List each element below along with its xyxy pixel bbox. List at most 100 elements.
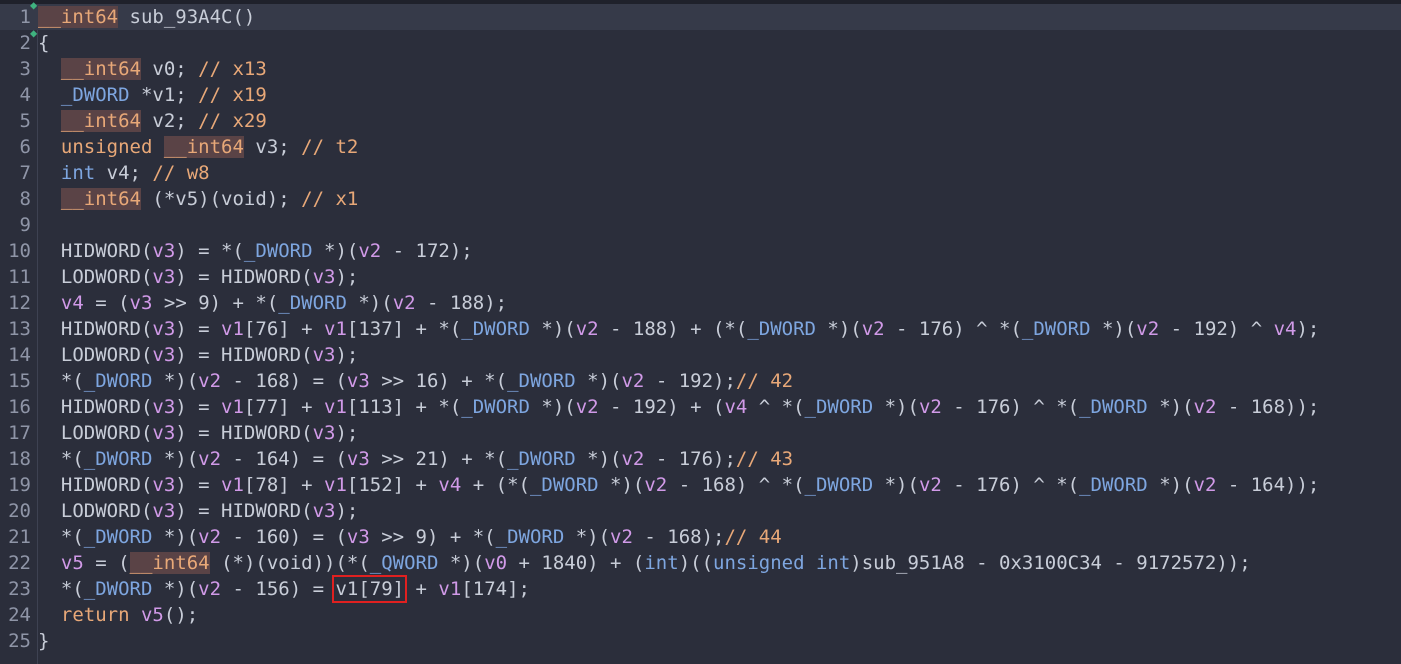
code-token[interactable]: v2 <box>919 474 942 496</box>
code-token[interactable]: >> 21) + *( <box>370 448 507 470</box>
code-text[interactable]: __int64 v2; // x29 <box>38 108 267 134</box>
code-line[interactable]: 14 LODWORD(v3) = HIDWORD(v3); <box>0 342 1401 368</box>
code-token[interactable]: + (*( <box>461 474 530 496</box>
code-token[interactable]: __int64 <box>38 6 119 28</box>
highlighted-expression[interactable]: v1[79] <box>332 575 408 603</box>
code-token[interactable]: *)( <box>152 370 198 392</box>
code-token[interactable]: *)( <box>313 240 358 262</box>
code-text[interactable]: __int64 (*v5)(void); // x1 <box>38 186 358 212</box>
code-token[interactable]: ) = <box>175 474 221 496</box>
code-token[interactable]: // x29 <box>198 110 267 132</box>
code-token[interactable]: v2 <box>198 526 221 548</box>
code-token[interactable]: v3 <box>152 344 175 366</box>
code-token[interactable]: // 42 <box>736 370 793 392</box>
code-token[interactable]: v3 <box>347 526 370 548</box>
code-token[interactable]: *)( <box>438 552 484 574</box>
code-token[interactable]: ); <box>335 500 358 522</box>
code-token[interactable]: + 1840) + ( <box>507 552 645 574</box>
code-token[interactable]: *)( <box>152 448 198 470</box>
code-token[interactable]: v3; <box>244 136 301 158</box>
code-line[interactable]: 20 LODWORD(v3) = HIDWORD(v3); <box>0 498 1401 524</box>
code-token[interactable]: *( <box>38 578 84 600</box>
code-token[interactable]: - 188); <box>416 292 507 314</box>
code-line[interactable]: 3 __int64 v0; // x13 <box>0 56 1401 82</box>
code-token[interactable]: - 168); <box>633 526 724 548</box>
code-token[interactable] <box>38 58 61 80</box>
code-token[interactable] <box>38 292 61 314</box>
code-text[interactable]: return v5(); <box>38 602 198 628</box>
code-token[interactable]: __int64 <box>60 110 141 132</box>
code-line[interactable]: 9 <box>0 212 1401 238</box>
code-token[interactable]: - 168) = ( <box>221 370 347 392</box>
code-token[interactable]: _DWORD <box>84 448 153 470</box>
code-token[interactable]: HIDWORD( <box>38 318 153 340</box>
code-token[interactable]: >> 9) + *( <box>370 526 495 548</box>
code-token[interactable]: v3 <box>152 266 175 288</box>
code-token[interactable]: *( <box>38 448 84 470</box>
code-token[interactable]: *( <box>38 370 84 392</box>
code-text[interactable]: } <box>38 628 49 654</box>
code-token[interactable]: _DWORD <box>461 396 530 418</box>
code-token[interactable] <box>38 84 61 106</box>
code-token[interactable]: v2 <box>198 578 221 600</box>
code-text[interactable]: int v4; // w8 <box>38 160 210 186</box>
code-line[interactable]: 4 _DWORD *v1; // x19 <box>0 82 1401 108</box>
code-token[interactable]: - 160) = ( <box>221 526 347 548</box>
code-token[interactable]: v4 <box>724 396 747 418</box>
code-token[interactable]: __int64 <box>129 552 210 574</box>
code-token[interactable]: - 192) + ( <box>599 396 724 418</box>
code-token[interactable]: >> 16) + *( <box>370 370 507 392</box>
code-token[interactable]: __int64 <box>163 136 244 158</box>
code-token[interactable]: *v1; <box>130 84 199 106</box>
code-line[interactable]: 19 HIDWORD(v3) = v1[78] + v1[152] + v4 +… <box>0 472 1401 498</box>
code-token[interactable]: [152] + <box>347 474 439 496</box>
code-text[interactable]: *(_DWORD *)(v2 - 156) = v1[79] + v1[174]… <box>38 575 530 603</box>
code-token[interactable] <box>38 136 61 158</box>
code-token[interactable]: v2 <box>644 474 667 496</box>
code-token[interactable]: )sub_951A8 - 0x3100C34 - 9172572)); <box>850 552 1250 574</box>
code-token[interactable]: _DWORD <box>84 578 153 600</box>
code-token[interactable]: ); <box>335 344 358 366</box>
code-token[interactable]: v4; <box>95 162 152 184</box>
code-token[interactable]: (*)(void))(*( <box>210 552 370 574</box>
code-token[interactable]: ) = HIDWORD( <box>175 500 312 522</box>
code-token[interactable]: - 176) ^ *( <box>942 474 1079 496</box>
code-token[interactable]: // t2 <box>301 136 358 158</box>
code-text[interactable]: *(_DWORD *)(v2 - 160) = (v3 >> 9) + *(_D… <box>38 524 782 550</box>
code-token[interactable]: *)( <box>576 370 621 392</box>
code-token[interactable]: unsigned int <box>713 552 850 574</box>
pseudocode-editor[interactable]: 1 __int64 sub_93A4C() ◆ 2{◆ 3 __int64 v0; //… <box>0 0 1401 664</box>
code-token[interactable]: [76] + <box>244 318 324 340</box>
code-token[interactable]: - 164)); <box>1216 474 1320 496</box>
code-token[interactable]: v3 <box>130 292 153 314</box>
code-token[interactable]: v1 <box>221 474 244 496</box>
code-token[interactable]: _DWORD <box>530 474 599 496</box>
code-token[interactable]: v2 <box>198 370 221 392</box>
code-token[interactable]: _DWORD <box>61 84 130 106</box>
code-token[interactable]: ) = HIDWORD( <box>175 344 312 366</box>
code-text[interactable]: __int64 v0; // x13 <box>38 56 267 82</box>
code-token[interactable]: _DWORD <box>747 318 816 340</box>
code-token[interactable]: - 168) ^ *( <box>667 474 805 496</box>
code-token[interactable] <box>38 604 61 626</box>
code-token[interactable]: __int64 <box>60 188 141 210</box>
code-token[interactable]: v2 <box>1194 474 1217 496</box>
code-token[interactable]: _DWORD <box>1079 474 1148 496</box>
code-token[interactable]: v2 <box>610 526 633 548</box>
code-token[interactable]: v1 <box>324 474 347 496</box>
code-token[interactable]: v3 <box>152 318 175 340</box>
code-token[interactable]: - 192); <box>644 370 736 392</box>
code-token[interactable]: HIDWORD( <box>38 396 153 418</box>
code-token[interactable]: *)( <box>347 292 392 314</box>
code-token[interactable]: __int64 <box>60 58 141 80</box>
code-token[interactable]: >> 9) + *( <box>152 292 278 314</box>
code-text[interactable]: HIDWORD(v3) = v1[76] + v1[137] + *(_DWOR… <box>38 316 1319 342</box>
code-token[interactable]: _QWORD <box>370 552 439 574</box>
code-token[interactable]: [77] + <box>244 396 324 418</box>
code-token[interactable] <box>38 162 61 184</box>
code-token[interactable]: ); <box>335 422 358 444</box>
code-token[interactable]: v5 <box>61 552 84 574</box>
code-line[interactable]: 25} <box>0 628 1401 654</box>
code-text[interactable]: __int64 sub_93A4C() <box>38 4 255 30</box>
code-token[interactable] <box>38 552 61 574</box>
